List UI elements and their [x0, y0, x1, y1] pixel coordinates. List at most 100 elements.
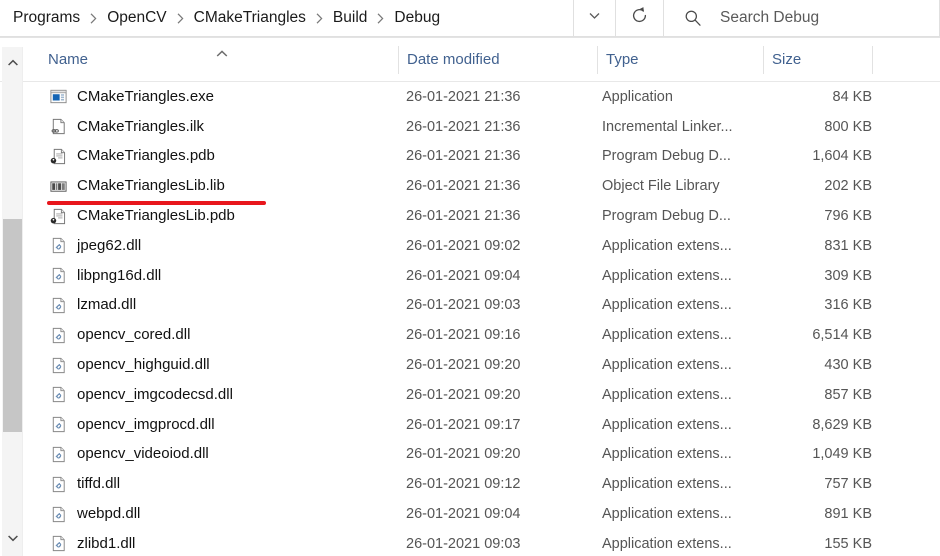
- table-row[interactable]: opencv_cored.dll 26-01-2021 09:16 Applicat…: [24, 320, 940, 351]
- file-name-cell[interactable]: CMakeTriangles.pdb: [48, 146, 215, 166]
- file-name-cell[interactable]: libpng16d.dll: [48, 266, 161, 286]
- file-name-label: libpng16d.dll: [77, 266, 162, 284]
- search-icon: [684, 9, 702, 27]
- file-size-cell: 202 KB: [824, 178, 872, 195]
- scroll-down-button[interactable]: [2, 528, 23, 548]
- scrollbar-thumb[interactable]: [3, 219, 22, 432]
- file-name-cell[interactable]: CMakeTrianglesLib.pdb: [48, 206, 235, 226]
- table-row[interactable]: webpd.dll 26-01-2021 09:04 Application ext…: [24, 499, 940, 529]
- file-name-cell[interactable]: opencv_imgcodecsd.dll: [48, 385, 233, 405]
- file-type-cell: Application extens...: [602, 535, 732, 552]
- object-file-library-icon: [48, 176, 68, 196]
- dll-icon: [48, 355, 68, 375]
- breadcrumb-item-cmaketriangles[interactable]: CMakeTriangles: [191, 6, 309, 30]
- dll-icon: [48, 474, 68, 494]
- file-list[interactable]: CMakeTriangles.exe 26-01-2021 21:36 Applic…: [24, 82, 940, 556]
- table-row[interactable]: zlibd1.dll 26-01-2021 09:03 Application ex…: [24, 528, 940, 556]
- file-size-cell: 6,514 KB: [812, 327, 872, 344]
- table-row[interactable]: CMakeTriangles.exe 26-01-2021 21:36 Applic…: [24, 82, 940, 112]
- file-type-cell: Incremental Linker...: [602, 118, 733, 135]
- table-row[interactable]: CMakeTriangles.pdb 26-01-2021 21:36 Progra…: [24, 141, 940, 172]
- file-name-cell[interactable]: tiffd.dll: [48, 474, 120, 494]
- file-type-cell: Application extens...: [602, 297, 732, 314]
- column-header-size[interactable]: Size: [772, 38, 872, 81]
- file-name-label: zlibd1.dll: [77, 534, 136, 552]
- column-header-name[interactable]: Name: [48, 38, 398, 81]
- dll-icon: [48, 444, 68, 464]
- file-name-label: CMakeTriangles.exe: [77, 87, 214, 105]
- file-date-modified-cell: 26-01-2021 09:16: [406, 327, 521, 344]
- file-name-cell[interactable]: jpeg62.dll: [48, 236, 141, 256]
- file-name-cell[interactable]: CMakeTriangles.exe: [48, 87, 214, 107]
- file-name-cell[interactable]: opencv_highguid.dll: [48, 355, 210, 375]
- breadcrumb-item-programs[interactable]: Programs: [10, 6, 83, 30]
- file-size-cell: 8,629 KB: [812, 416, 872, 433]
- column-divider[interactable]: [872, 46, 873, 74]
- refresh-button[interactable]: [616, 0, 664, 37]
- file-name-cell[interactable]: CMakeTrianglesLib.lib: [48, 176, 225, 196]
- column-divider[interactable]: [597, 46, 598, 74]
- file-date-modified-cell: 26-01-2021 09:20: [406, 386, 521, 403]
- file-size-cell: 831 KB: [824, 237, 872, 254]
- table-row[interactable]: opencv_imgcodecsd.dll 26-01-2021 09:20 App…: [24, 379, 940, 410]
- table-row[interactable]: jpeg62.dll 26-01-2021 09:02 Application ex…: [24, 230, 940, 261]
- dll-icon: [48, 295, 68, 315]
- table-row[interactable]: tiffd.dll 26-01-2021 09:12 Application ext…: [24, 469, 940, 500]
- file-name-cell[interactable]: CMakeTriangles.ilk: [48, 117, 204, 137]
- file-name-cell[interactable]: opencv_cored.dll: [48, 325, 190, 345]
- table-row[interactable]: opencv_highguid.dll 26-01-2021 09:20 Appli…: [24, 350, 940, 380]
- column-divider[interactable]: [763, 46, 764, 74]
- file-size-cell: 1,604 KB: [812, 148, 872, 165]
- file-name-cell[interactable]: opencv_videoiod.dll: [48, 444, 209, 464]
- breadcrumb-item-debug[interactable]: Debug: [391, 6, 443, 30]
- vertical-scrollbar[interactable]: [2, 47, 23, 556]
- table-row[interactable]: lzmad.dll 26-01-2021 09:03 Application ext…: [24, 290, 940, 321]
- table-row[interactable]: CMakeTriangles.ilk 26-01-2021 21:36 Increm…: [24, 111, 940, 142]
- table-row[interactable]: CMakeTrianglesLib.lib 26-01-2021 21:36 Obj…: [24, 171, 940, 202]
- file-name-cell[interactable]: zlibd1.dll: [48, 534, 135, 554]
- file-type-cell: Program Debug D...: [602, 208, 731, 225]
- sort-ascending-icon[interactable]: [215, 46, 229, 57]
- file-type-cell: Application extens...: [602, 386, 732, 403]
- program-debug-database-icon: [48, 206, 68, 226]
- file-date-modified-cell: 26-01-2021 09:03: [406, 535, 521, 552]
- table-row[interactable]: CMakeTrianglesLib.pdb 26-01-2021 21:36 Pro…: [24, 201, 940, 231]
- file-size-cell: 316 KB: [824, 297, 872, 314]
- file-name-cell[interactable]: lzmad.dll: [48, 295, 136, 315]
- breadcrumb[interactable]: Programs OpenCV CMakeTriangles Build Debug: [0, 0, 574, 37]
- file-name-label: opencv_cored.dll: [77, 326, 191, 344]
- column-header-type[interactable]: Type: [606, 38, 763, 81]
- table-row[interactable]: libpng16d.dll 26-01-2021 09:04 Application…: [24, 260, 940, 291]
- scroll-up-button[interactable]: [2, 53, 23, 73]
- file-size-cell: 891 KB: [824, 506, 872, 523]
- file-type-cell: Application extens...: [602, 446, 732, 463]
- column-header-date-modified[interactable]: Date modified: [407, 38, 597, 81]
- file-size-cell: 309 KB: [824, 267, 872, 284]
- breadcrumb-item-build[interactable]: Build: [330, 6, 370, 30]
- dll-icon: [48, 385, 68, 405]
- file-type-cell: Object File Library: [602, 178, 720, 195]
- file-name-cell[interactable]: webpd.dll: [48, 504, 140, 524]
- file-type-cell: Program Debug D...: [602, 148, 731, 165]
- search-box[interactable]: Search Debug: [664, 0, 940, 37]
- dll-icon: [48, 534, 68, 554]
- file-name-label: CMakeTrianglesLib.lib: [77, 177, 225, 195]
- file-name-label: opencv_imgcodecsd.dll: [77, 385, 233, 403]
- file-size-cell: 757 KB: [824, 476, 872, 493]
- search-input[interactable]: Search Debug: [720, 9, 819, 27]
- file-type-cell: Application extens...: [602, 267, 732, 284]
- breadcrumb-item-opencv[interactable]: OpenCV: [104, 6, 169, 30]
- file-name-label: lzmad.dll: [77, 296, 137, 314]
- table-row[interactable]: opencv_videoiod.dll 26-01-2021 09:20 Appli…: [24, 439, 940, 470]
- program-debug-database-icon: [48, 146, 68, 166]
- column-divider[interactable]: [398, 46, 399, 74]
- file-date-modified-cell: 26-01-2021 21:36: [406, 208, 521, 225]
- column-header-row: Name Date modified Type Size: [0, 38, 940, 82]
- file-date-modified-cell: 26-01-2021 09:12: [406, 476, 521, 493]
- file-explorer-window: Programs OpenCV CMakeTriangles Build Debug: [0, 0, 940, 556]
- file-name-label: opencv_imgprocd.dll: [77, 415, 215, 433]
- history-dropdown-button[interactable]: [574, 0, 616, 37]
- file-date-modified-cell: 26-01-2021 21:36: [406, 118, 521, 135]
- file-name-cell[interactable]: opencv_imgprocd.dll: [48, 415, 215, 435]
- table-row[interactable]: opencv_imgprocd.dll 26-01-2021 09:17 Appli…: [24, 409, 940, 440]
